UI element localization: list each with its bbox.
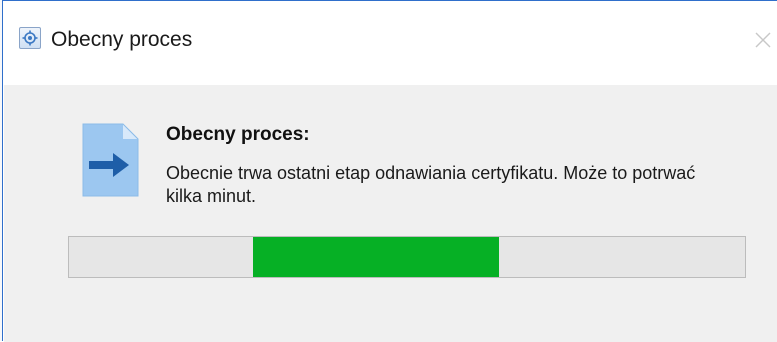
settings-app-icon xyxy=(19,27,41,49)
close-icon xyxy=(755,32,771,48)
dialog-window: Obecny proces Obecny proces: Obecnie trw… xyxy=(2,0,777,342)
progress-bar-fill xyxy=(253,237,499,277)
heading: Obecny proces: xyxy=(166,124,310,145)
window-title: Obecny proces xyxy=(51,28,193,51)
close-button[interactable] xyxy=(750,27,776,53)
progress-bar xyxy=(68,236,746,278)
dialog-content: Obecny proces: Obecnie trwa ostatni etap… xyxy=(4,85,777,342)
document-arrow-icon xyxy=(81,123,139,197)
title-bar[interactable]: Obecny proces xyxy=(3,1,777,85)
status-message: Obecnie trwa ostatni etap odnawiania cer… xyxy=(166,163,696,206)
